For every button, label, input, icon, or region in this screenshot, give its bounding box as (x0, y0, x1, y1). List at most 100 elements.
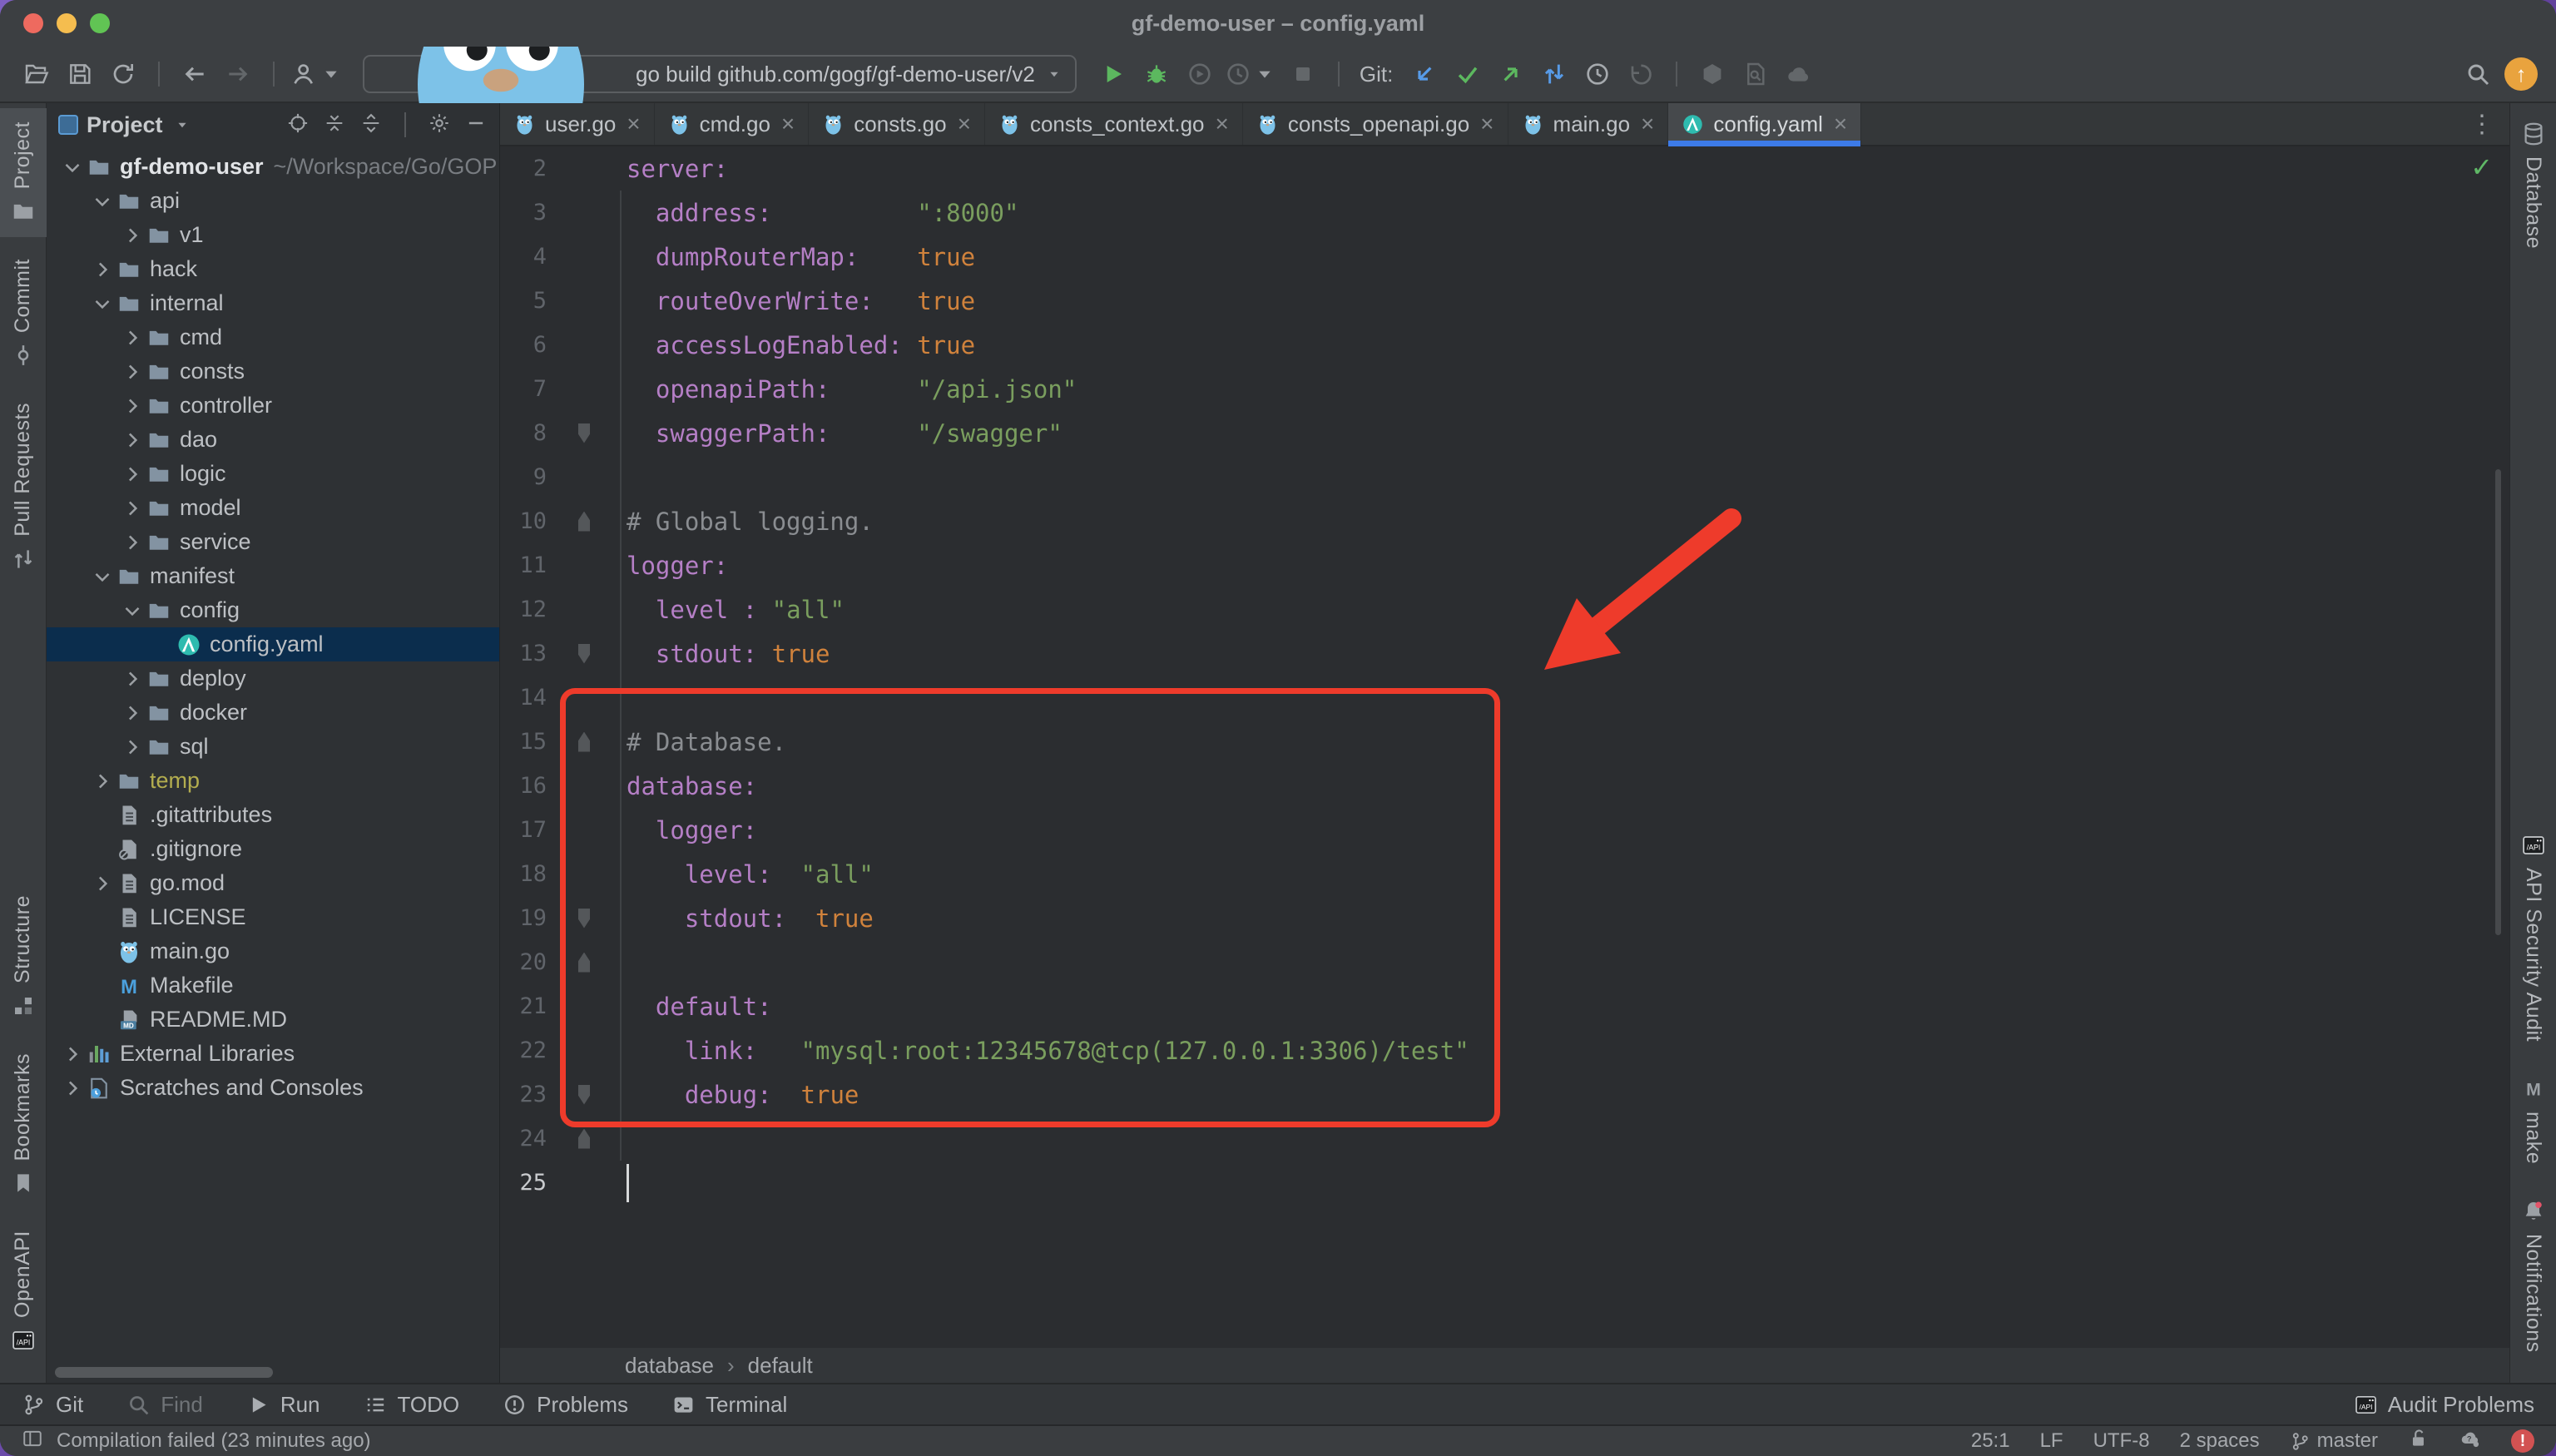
tab-user-go[interactable]: user.go× (500, 103, 655, 145)
expand-all-button[interactable] (323, 111, 346, 139)
tree-item-internal[interactable]: internal (47, 286, 499, 320)
cloud-settings-button[interactable]: ? (2459, 1428, 2481, 1455)
project-horizontal-scrollbar[interactable] (55, 1367, 273, 1378)
open-button[interactable] (18, 56, 55, 92)
chevron-right-icon[interactable] (120, 325, 145, 350)
chevron-right-icon[interactable] (90, 769, 115, 794)
sidebar-item-pull-requests[interactable]: Pull Requests (0, 389, 47, 585)
chevron-right-icon[interactable] (60, 1076, 85, 1101)
minimize-window-button[interactable] (57, 13, 77, 33)
close-window-button[interactable] (23, 13, 43, 33)
tree-item-config[interactable]: config (47, 593, 499, 627)
sidebar-item-commit[interactable]: Commit (0, 245, 47, 381)
close-icon[interactable]: × (781, 111, 795, 137)
toolwindow-button-git[interactable]: Git (22, 1392, 83, 1418)
fold-end-marker[interactable] (576, 423, 592, 443)
layout-widget-button[interactable] (22, 1428, 43, 1455)
fold-start-marker[interactable] (576, 512, 592, 532)
close-icon[interactable]: × (958, 111, 971, 137)
caret-position-widget[interactable]: 25:1 (1971, 1429, 2010, 1453)
chevron-right-icon[interactable] (120, 530, 145, 555)
chevron-right-icon[interactable] (120, 666, 145, 691)
close-icon[interactable]: × (1641, 111, 1654, 137)
tree-item-scratches-and-consoles[interactable]: Scratches and Consoles (47, 1071, 499, 1105)
toolwindow-button-audit-problems[interactable]: /APIAudit Problems (2354, 1392, 2534, 1418)
back-button[interactable] (176, 56, 213, 92)
chevron-right-icon[interactable] (90, 871, 115, 896)
toolwindow-button-terminal[interactable]: Terminal (671, 1392, 787, 1418)
git-branch-widget[interactable]: master (2290, 1429, 2378, 1453)
sidebar-item-bookmarks[interactable]: Bookmarks (0, 1040, 47, 1210)
tree-item-dao[interactable]: dao (47, 423, 499, 457)
tab-cmd-go[interactable]: cmd.go× (655, 103, 810, 145)
editor-vertical-scrollbar[interactable] (2495, 469, 2501, 935)
tree-item-manifest[interactable]: manifest (47, 559, 499, 593)
fetch-button[interactable] (1536, 56, 1573, 92)
chevron-right-icon[interactable] (120, 394, 145, 418)
fold-start-marker[interactable] (576, 1129, 592, 1149)
tree-item-consts[interactable]: consts (47, 354, 499, 389)
hide-panel-button[interactable] (464, 111, 488, 139)
chevron-right-icon[interactable] (120, 428, 145, 453)
close-icon[interactable]: × (1480, 111, 1493, 137)
error-notification-badge[interactable]: ! (2511, 1429, 2534, 1453)
fold-start-marker[interactable] (576, 953, 592, 973)
close-icon[interactable]: × (627, 111, 640, 137)
tree-item-sql[interactable]: sql (47, 730, 499, 764)
save-all-button[interactable] (62, 56, 98, 92)
tab-consts-go[interactable]: consts.go× (809, 103, 985, 145)
close-icon[interactable]: × (1834, 111, 1847, 137)
close-icon[interactable]: × (1216, 111, 1229, 137)
toolwindow-button-find[interactable]: Find (126, 1392, 203, 1418)
maximize-window-button[interactable] (90, 13, 110, 33)
tree-item-cmd[interactable]: cmd (47, 320, 499, 354)
tree-item-controller[interactable]: controller (47, 389, 499, 423)
profile-button[interactable] (291, 56, 344, 92)
debug-button[interactable] (1138, 56, 1175, 92)
rollback-button[interactable] (1622, 56, 1659, 92)
run-button[interactable] (1095, 56, 1132, 92)
forward-button[interactable] (220, 56, 256, 92)
tree-item-main-go[interactable]: main.go (47, 934, 499, 968)
tree-item-config-yaml[interactable]: config.yaml (47, 627, 499, 661)
profiler-button[interactable] (1225, 56, 1278, 92)
chevron-right-icon[interactable] (120, 496, 145, 521)
settings-button[interactable] (428, 111, 451, 139)
tab-list-menu-icon[interactable]: ⋮ (2454, 103, 2509, 145)
run-configuration-select[interactable]: go build github.com/gogf/gf-demo-user/v2 (363, 55, 1077, 93)
indent-widget[interactable]: 2 spaces (2180, 1429, 2260, 1453)
update-project-button[interactable] (1406, 56, 1443, 92)
ide-update-badge[interactable]: ↑ (2504, 57, 2538, 91)
tab-consts_openapi-go[interactable]: consts_openapi.go× (1243, 103, 1508, 145)
tree-item-model[interactable]: model (47, 491, 499, 525)
chevron-down-icon[interactable] (90, 189, 115, 214)
tree-item-service[interactable]: service (47, 525, 499, 559)
sidebar-item-structure[interactable]: Structure (0, 882, 47, 1032)
breadcrumb-item-database[interactable]: database (625, 1353, 714, 1379)
chevron-right-icon[interactable] (120, 462, 145, 487)
collapse-all-button[interactable] (359, 111, 383, 139)
reload-from-disk-button[interactable] (105, 56, 141, 92)
inspection-status-icon[interactable]: ✓ (2470, 151, 2493, 183)
tree-item-hack[interactable]: hack (47, 252, 499, 286)
sidebar-item-openapi[interactable]: OpenAPI/API (0, 1217, 47, 1366)
tab-config-yaml[interactable]: config.yaml× (1668, 103, 1861, 145)
run-with-coverage-button[interactable] (1181, 56, 1218, 92)
tree-item-makefile[interactable]: MMakefile (47, 968, 499, 1003)
chevron-down-icon[interactable] (90, 564, 115, 589)
tree-item-go-mod[interactable]: go.mod (47, 866, 499, 900)
fold-end-marker[interactable] (576, 644, 592, 664)
chevron-right-icon[interactable] (120, 223, 145, 248)
tree-item-docker[interactable]: docker (47, 696, 499, 730)
search-everywhere-button[interactable] (2459, 56, 2496, 92)
sidebar-item-api-security-audit[interactable]: /APIAPI Security Audit (2510, 820, 2556, 1055)
tree-item--gitattributes[interactable]: .gitattributes (47, 798, 499, 832)
push-button[interactable] (1493, 56, 1529, 92)
stop-button[interactable] (1285, 56, 1321, 92)
chevron-down-icon[interactable] (120, 598, 145, 623)
sidebar-item-make[interactable]: Mmake (2510, 1063, 2556, 1177)
code-editor[interactable]: 2server:3 address: ":8000"4 dumpRouterMa… (500, 146, 2509, 1348)
tree-item-deploy[interactable]: deploy (47, 661, 499, 696)
chevron-right-icon[interactable] (90, 257, 115, 282)
toolwindow-button-todo[interactable]: TODO (364, 1392, 460, 1418)
